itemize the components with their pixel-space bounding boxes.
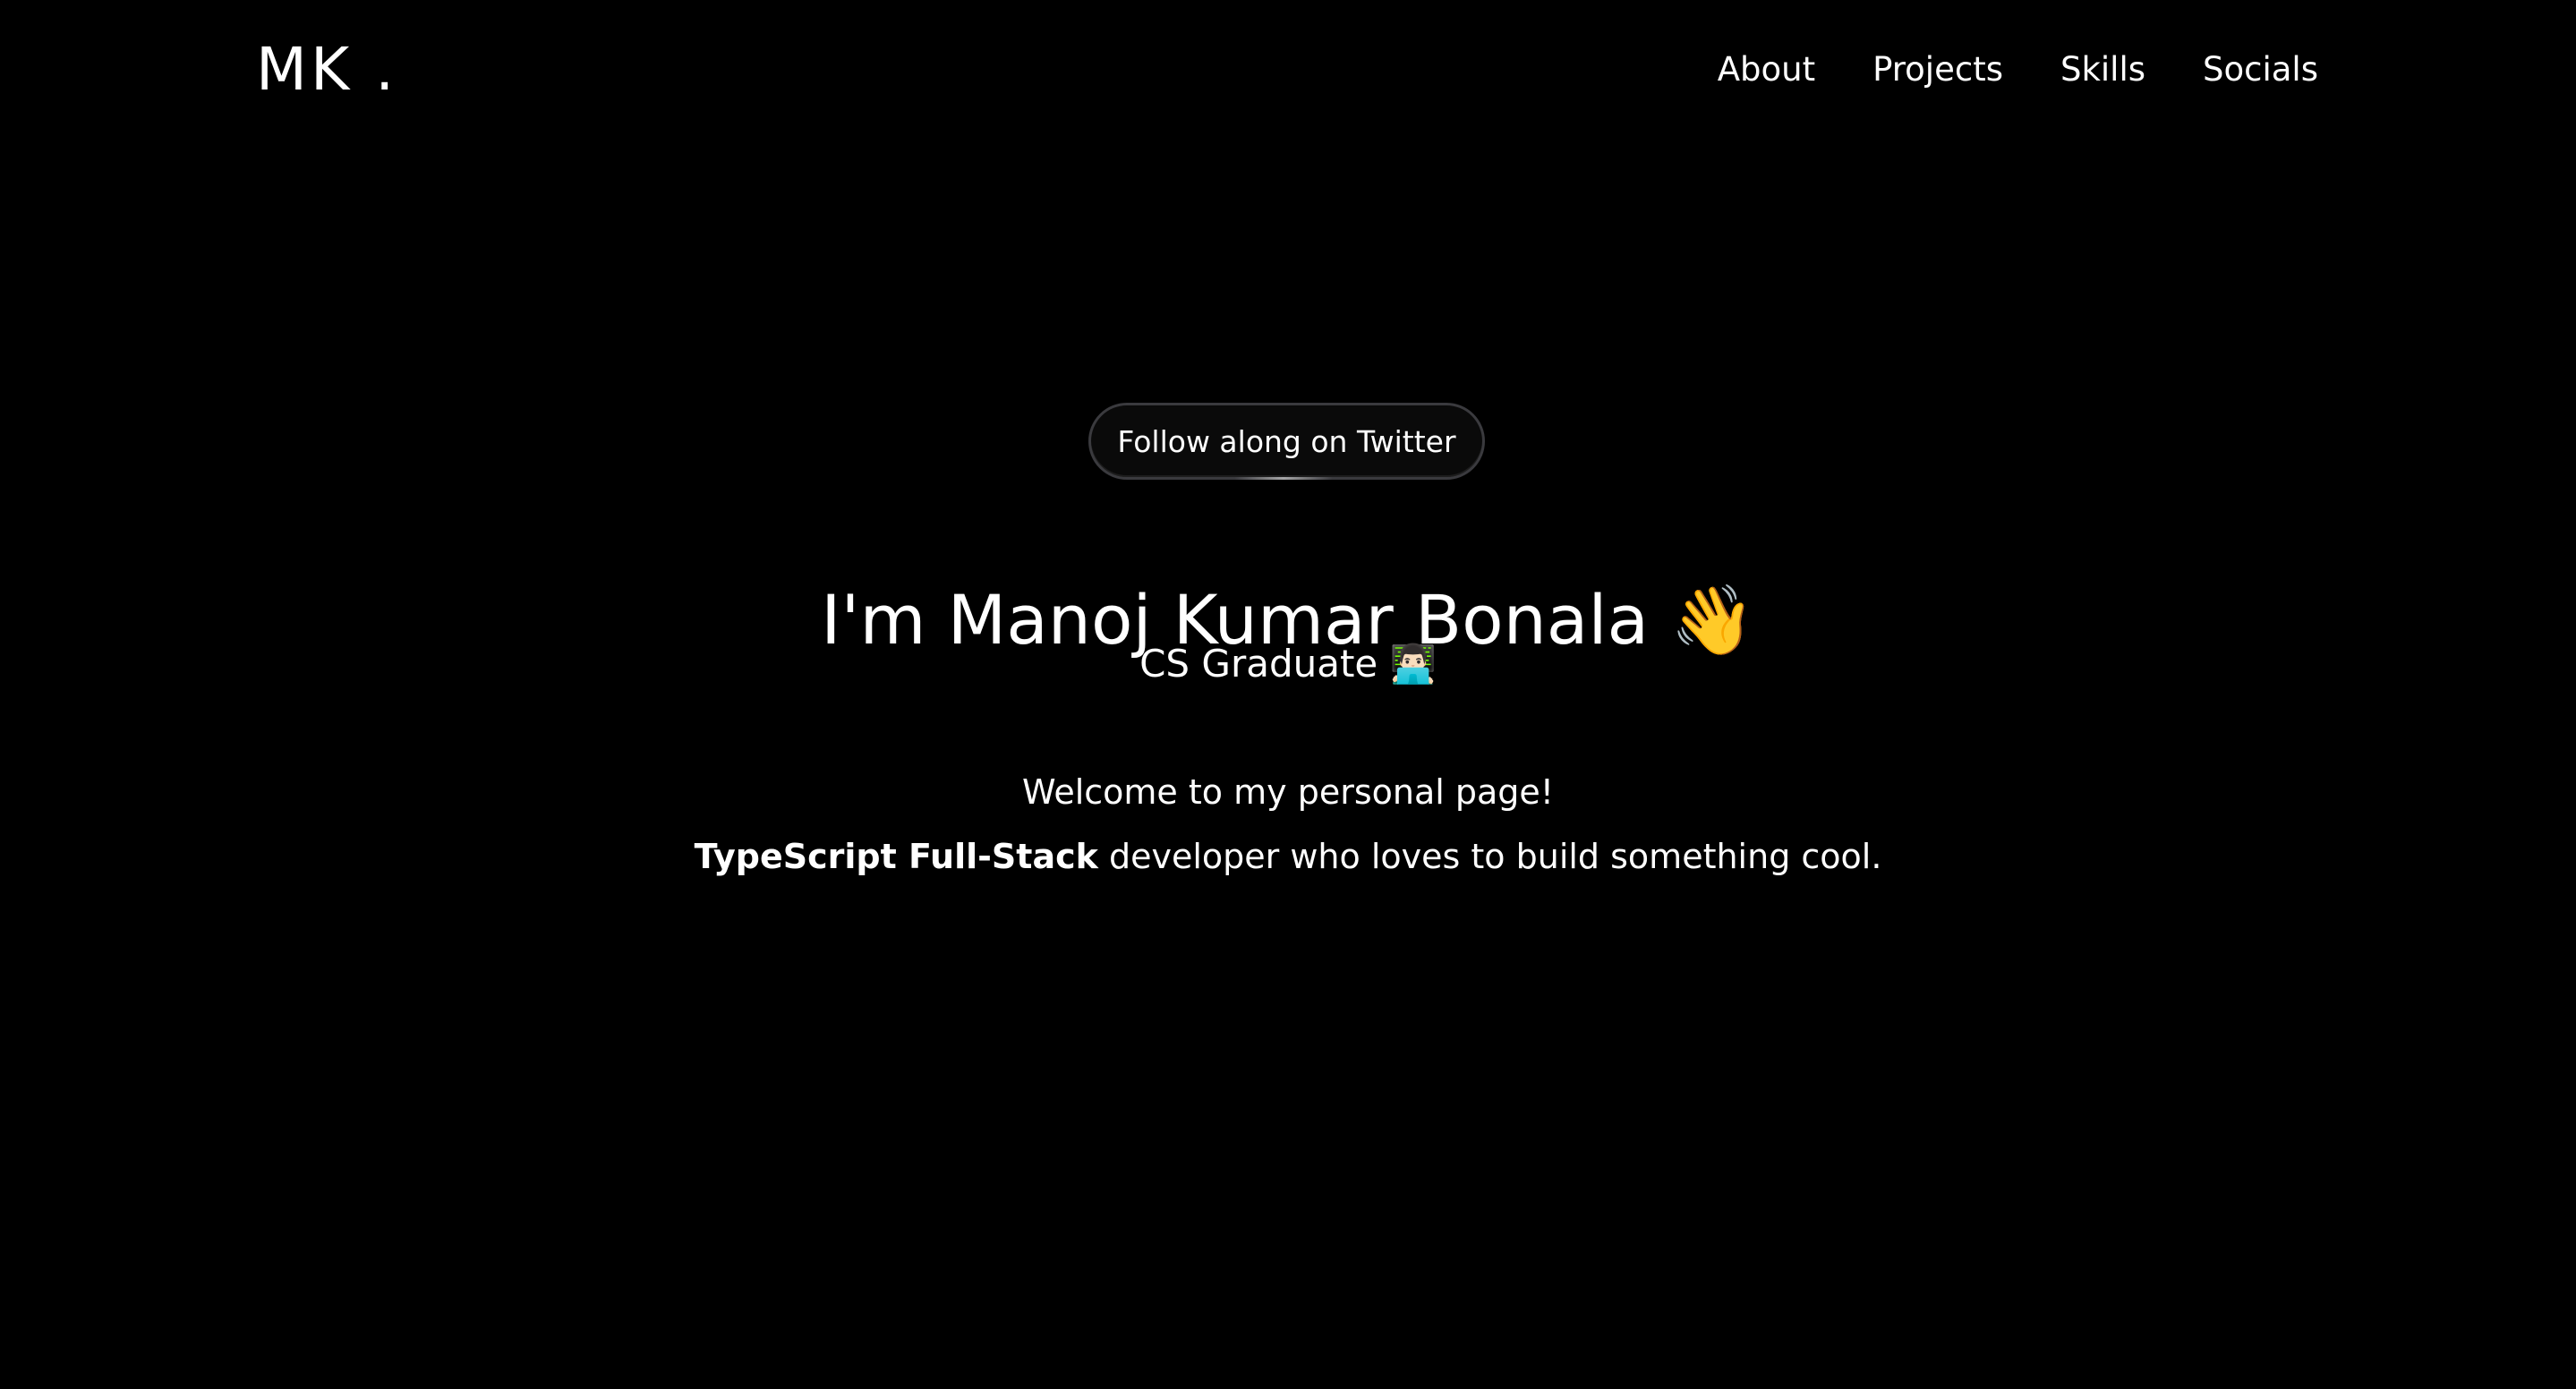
tagline: TypeScript Full-Stack developer who love…: [0, 832, 2576, 881]
site-logo[interactable]: MK .: [256, 34, 397, 106]
nav-link-socials[interactable]: Socials: [2203, 47, 2318, 93]
nav-link-skills[interactable]: Skills: [2060, 47, 2145, 93]
follow-twitter-button[interactable]: Follow along on Twitter: [1088, 403, 1485, 480]
navbar: MK . About Projects Skills Socials: [0, 0, 2576, 140]
nav-links: About Projects Skills Socials: [1718, 47, 2318, 93]
nav-link-about[interactable]: About: [1718, 47, 1815, 93]
hero-subtitle: CS Graduate 👨🏻‍💻: [0, 637, 2576, 691]
nav-link-projects[interactable]: Projects: [1872, 47, 2003, 93]
tagline-highlight: TypeScript Full-Stack: [694, 837, 1098, 876]
hero-subtitle-text: CS Graduate: [1139, 642, 1378, 686]
follow-twitter-label: Follow along on Twitter: [1117, 423, 1456, 459]
welcome-text: Welcome to my personal page!: [1021, 772, 1555, 812]
button-glow: [1234, 477, 1333, 480]
technologist-icon: 👨🏻‍💻: [1389, 642, 1437, 686]
tagline-rest: developer who loves to build something c…: [1097, 837, 1882, 876]
